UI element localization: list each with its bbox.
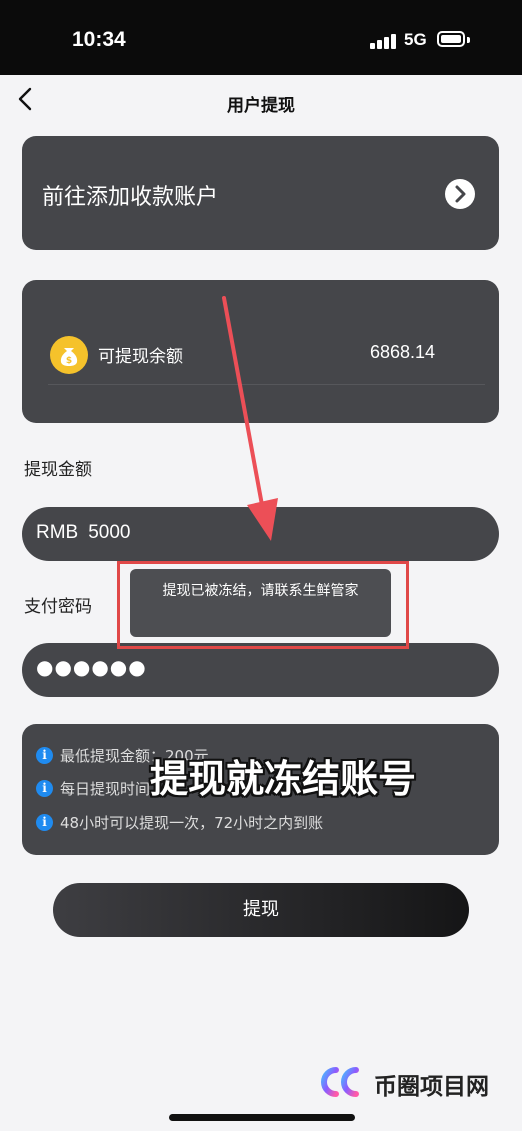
balance-value: 6868.14 (370, 342, 436, 362)
amount-currency: RMB (36, 522, 79, 543)
withdraw-button[interactable]: 提现 (53, 883, 469, 937)
password-input[interactable]: ●●●●●● (22, 643, 499, 697)
info-text: 48小时可以提现一次，72小时之内到账 (60, 814, 324, 832)
info-text: 每日提现时间 (60, 780, 151, 798)
amount-input[interactable]: RMB 5000 (22, 507, 499, 561)
home-indicator (169, 1114, 355, 1121)
network-label: 5G (404, 30, 427, 49)
overlay-caption: 提现就冻结账号 (150, 757, 417, 801)
toast-highlight-box (117, 561, 409, 649)
password-dots: ●●●●●● (36, 655, 147, 679)
add-account-label: 前往添加收款账户 (42, 185, 219, 210)
watermark-text: 币圈项目网 (374, 1074, 489, 1100)
info-icon: i (36, 747, 53, 764)
info-icon: i (36, 780, 53, 797)
amount-value: 5000 (88, 522, 131, 543)
balance-card: $ 可提现余额 6868.14 (22, 280, 499, 423)
balance-label: 可提现余额 (98, 347, 183, 367)
svg-text:$: $ (66, 356, 72, 366)
signal-icon (370, 33, 398, 49)
page-title: 用户提现 (227, 96, 295, 116)
password-label: 支付密码 (24, 597, 92, 617)
divider (48, 384, 485, 385)
status-bar: 10:34 5G (0, 0, 522, 75)
nav-bar: 用户提现 (0, 75, 522, 128)
watermark-logo-icon (321, 1067, 359, 1097)
status-time: 10:34 (72, 28, 126, 51)
money-bag-icon: $ (50, 336, 88, 374)
chevron-right-icon (445, 179, 475, 209)
amount-label: 提现金额 (24, 460, 92, 480)
info-icon: i (36, 814, 53, 831)
battery-icon (437, 31, 470, 47)
add-account-card[interactable]: 前往添加收款账户 (22, 136, 499, 250)
